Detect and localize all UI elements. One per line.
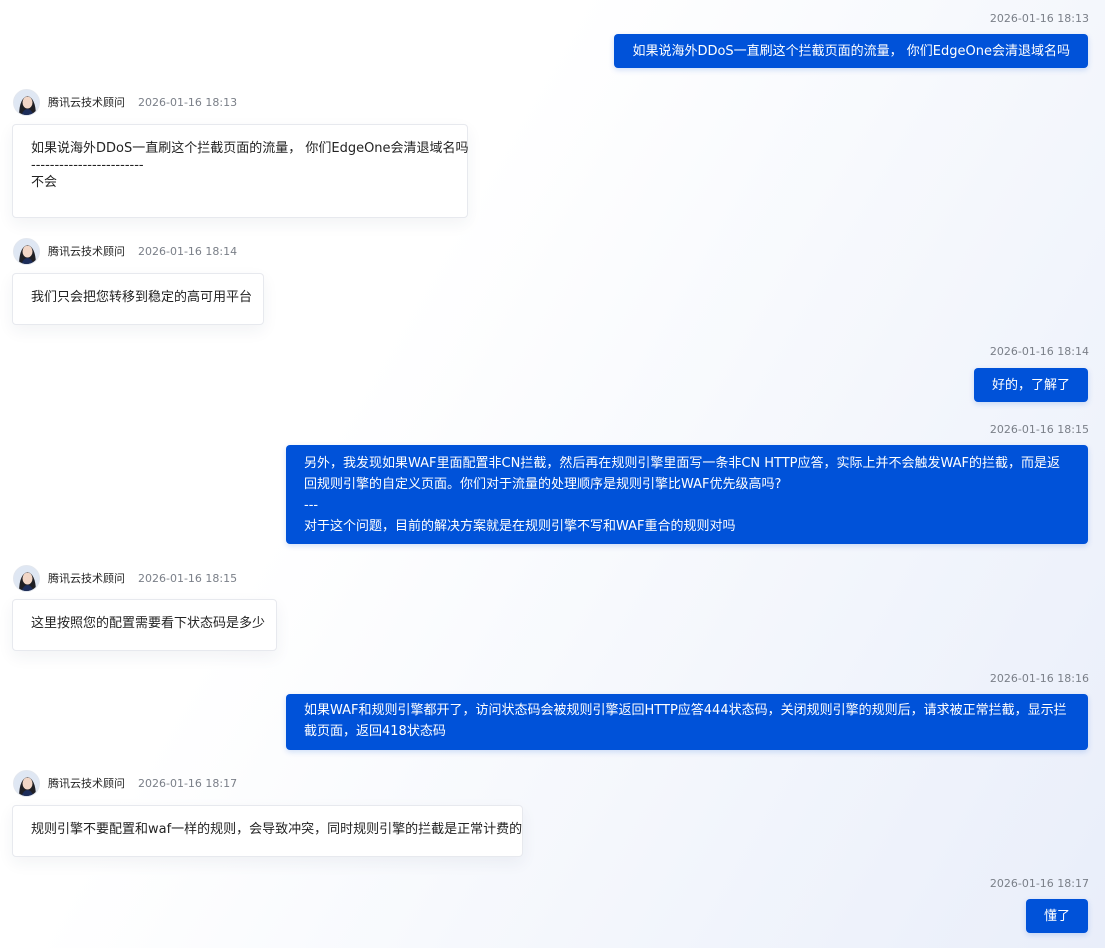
message-divider-text: ------------------------: [31, 158, 144, 173]
agent-header: 腾讯云技术顾问 2026-01-16 18:17: [13, 769, 237, 797]
message-text: 这里按照您的配置需要看下状态码是多少: [31, 616, 266, 631]
avatar: [13, 237, 40, 265]
agent-message-bubble: 我们只会把您转移到稳定的高可用平台: [12, 273, 264, 325]
message-text: 如果说海外DDoS一直刷这个拦截页面的流量， 你们EdgeOne会清退域名吗: [632, 44, 1070, 59]
agent-header: 腾讯云技术顾问 2026-01-16 18:15: [13, 564, 237, 592]
avatar: [13, 769, 40, 797]
message-text: 不会: [31, 175, 58, 190]
message-text: 如果WAF和规则引擎都开了，访问状态码会被规则引擎返回HTTP应答444状态码，…: [304, 703, 1067, 739]
message-text: 我们只会把您转移到稳定的高可用平台: [31, 290, 253, 305]
message-text: 规则引擎不要配置和waf一样的规则，会导致冲突，同时规则引擎的拦截是正常计费的: [31, 822, 523, 837]
message-timestamp: 2026-01-16 18:14: [138, 244, 238, 258]
message-timestamp: 2026-01-16 18:17: [989, 877, 1089, 890]
agent-header: 腾讯云技术顾问 2026-01-16 18:13: [13, 88, 237, 116]
agent-name: 腾讯云技术顾问: [48, 777, 125, 790]
user-message-bubble: 如果说海外DDoS一直刷这个拦截页面的流量， 你们EdgeOne会清退域名吗: [614, 34, 1088, 68]
message-timestamp: 2026-01-16 18:17: [138, 776, 238, 790]
message-text: 如果说海外DDoS一直刷这个拦截页面的流量， 你们EdgeOne会清退域名吗: [31, 141, 469, 156]
message-timestamp: 2026-01-16 18:13: [138, 95, 238, 109]
agent-name: 腾讯云技术顾问: [48, 572, 125, 585]
agent-name: 腾讯云技术顾问: [48, 96, 125, 109]
message-text: 另外，我发现如果WAF里面配置非CN拦截，然后再在规则引擎里面写一条非CN HT…: [304, 456, 1061, 492]
agent-message-bubble: 这里按照您的配置需要看下状态码是多少: [12, 599, 277, 651]
message-timestamp: 2026-01-16 18:14: [989, 345, 1089, 358]
user-message-bubble: 好的，了解了: [973, 368, 1088, 402]
message-text: 好的，了解了: [991, 378, 1070, 393]
message-timestamp: 2026-01-16 18:13: [989, 12, 1089, 25]
message-text: 对于这个问题，目前的解决方案就是在规则引擎不写和WAF重合的规则对吗: [304, 519, 736, 534]
message-text: 懂了: [1043, 909, 1070, 924]
message-divider-text: ---: [304, 498, 319, 513]
agent-header: 腾讯云技术顾问 2026-01-16 18:14: [13, 237, 237, 265]
agent-message-bubble: 如果说海外DDoS一直刷这个拦截页面的流量， 你们EdgeOne会清退域名吗 -…: [12, 124, 469, 218]
agent-message-bubble: 规则引擎不要配置和waf一样的规则，会导致冲突，同时规则引擎的拦截是正常计费的: [12, 805, 523, 857]
user-message-bubble: 如果WAF和规则引擎都开了，访问状态码会被规则引擎返回HTTP应答444状态码，…: [286, 694, 1088, 750]
user-message-bubble: 懂了: [1025, 899, 1088, 933]
user-message-bubble: 另外，我发现如果WAF里面配置非CN拦截，然后再在规则引擎里面写一条非CN HT…: [286, 445, 1088, 544]
message-timestamp: 2026-01-16 18:15: [989, 423, 1089, 436]
avatar: [13, 564, 40, 592]
message-timestamp: 2026-01-16 18:16: [989, 672, 1089, 685]
message-timestamp: 2026-01-16 18:15: [138, 571, 238, 585]
chat-conversation: 2026-01-16 18:13 如果说海外DDoS一直刷这个拦截页面的流量， …: [0, 0, 1105, 948]
agent-name: 腾讯云技术顾问: [48, 245, 125, 258]
avatar: [13, 88, 40, 116]
